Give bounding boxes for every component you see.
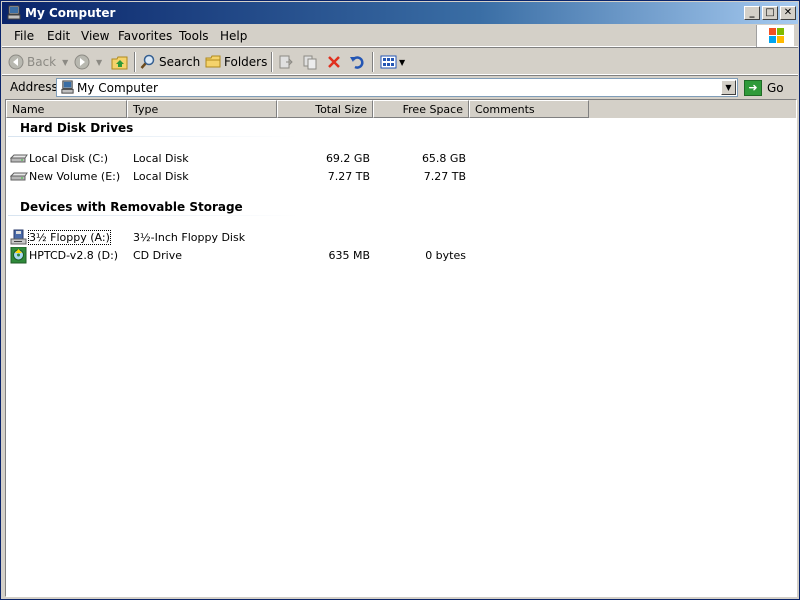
group-divider [8,136,298,137]
delete-x-icon [328,56,340,68]
menu-file[interactable]: File [14,29,34,43]
title-bar[interactable]: My Computer _ □ ✕ [2,2,798,24]
item-total-size: 69.2 GB [325,152,370,165]
list-item[interactable]: HPTCD-v2.8 (D:) CD Drive 635 MB 0 bytes [10,247,790,264]
back-dropdown-icon[interactable]: ▼ [62,58,68,67]
hard-drive-icon [10,172,28,181]
copy-to-icon [303,55,317,70]
folders-icon [205,55,221,68]
go-button[interactable]: ➜ Go [744,78,784,97]
move-to-icon [279,55,293,69]
toolbar-separator [134,52,136,72]
item-type: Local Disk [133,170,189,183]
item-type: Local Disk [133,152,189,165]
file-list-view[interactable]: Name Type Total Size Free Space Comments… [5,99,797,597]
floppy-drive-icon [10,229,27,245]
views-button[interactable]: ▼ [380,52,405,72]
address-value: My Computer [77,81,158,95]
list-item[interactable]: New Volume (E:) Local Disk 7.27 TB 7.27 … [10,168,790,185]
undo-button[interactable] [349,52,365,72]
forward-arrow-icon [74,54,90,70]
explorer-window: My Computer _ □ ✕ File Edit View Favorit… [0,0,800,600]
back-arrow-icon [8,54,24,70]
item-type: CD Drive [133,249,182,262]
window-title: My Computer [25,6,116,20]
cd-drive-icon [10,247,27,264]
address-dropdown-button[interactable]: ▼ [721,80,736,95]
address-input[interactable]: My Computer ▼ [56,78,738,97]
my-computer-icon [61,80,74,94]
windows-logo-icon [756,25,794,47]
search-icon [140,54,155,69]
list-item[interactable]: Local Disk (C:) Local Disk 69.2 GB 65.8 … [10,150,790,167]
column-header-comments[interactable]: Comments [469,100,589,118]
back-button[interactable]: Back ▼ [8,52,68,72]
group-title: Hard Disk Drives [20,121,134,135]
my-computer-icon [7,5,21,20]
up-folder-button[interactable] [111,52,129,72]
item-name: HPTCD-v2.8 (D:) [29,249,119,262]
item-free-space: 0 bytes [425,249,466,262]
go-arrow-icon: ➜ [744,79,762,96]
item-free-space: 65.8 GB [421,152,466,165]
menu-favorites[interactable]: Favorites [118,29,172,43]
close-button[interactable]: ✕ [780,6,796,20]
search-label: Search [159,55,201,69]
column-headers: Name Type Total Size Free Space Comments [6,100,796,118]
forward-dropdown-icon[interactable]: ▼ [96,58,102,67]
minimize-button[interactable]: _ [744,6,760,20]
list-item[interactable]: 3½ Floppy (A:) 3½-Inch Floppy Disk [10,229,790,246]
menu-bar: File Edit View Favorites Tools Help [2,25,798,47]
undo-icon [350,56,364,69]
menu-tools[interactable]: Tools [179,29,209,43]
go-label: Go [767,80,784,95]
item-free-space: 7.27 TB [423,170,466,183]
item-total-size: 7.27 TB [327,170,370,183]
address-label: Address [10,80,58,94]
item-type: 3½-Inch Floppy Disk [133,231,246,244]
column-header-type[interactable]: Type [127,100,277,118]
menu-view[interactable]: View [81,29,109,43]
copy-to-button[interactable] [302,52,318,72]
toolbar-separator [372,52,374,72]
folders-button[interactable]: Folders [205,52,267,72]
item-name: Local Disk (C:) [29,152,109,165]
group-divider [8,215,298,216]
toolbar-separator [271,52,273,72]
menu-edit[interactable]: Edit [47,29,70,43]
menu-help[interactable]: Help [220,29,247,43]
maximize-button[interactable]: □ [762,6,778,20]
group-title: Devices with Removable Storage [20,200,243,214]
folders-label: Folders [224,55,268,69]
back-label: Back [27,55,57,69]
move-to-button[interactable] [278,52,294,72]
search-button[interactable]: Search [140,52,200,72]
hard-drive-icon [10,154,28,163]
delete-button[interactable] [326,52,342,72]
standard-toolbar: Back ▼ ▼ Search Folders ▼ [2,47,798,75]
column-header-total-size[interactable]: Total Size [277,100,373,118]
item-total-size: 635 MB [328,249,370,262]
views-grid-icon [380,55,397,69]
item-name: New Volume (E:) [29,170,121,183]
item-name: 3½ Floppy (A:) [28,230,111,245]
column-header-free-space[interactable]: Free Space [373,100,469,118]
forward-button[interactable]: ▼ [74,52,102,72]
column-header-name[interactable]: Name [6,100,127,118]
address-bar: Address My Computer ▼ ➜ Go [2,75,798,97]
views-dropdown-icon[interactable]: ▼ [399,58,405,67]
up-folder-icon [111,56,128,70]
